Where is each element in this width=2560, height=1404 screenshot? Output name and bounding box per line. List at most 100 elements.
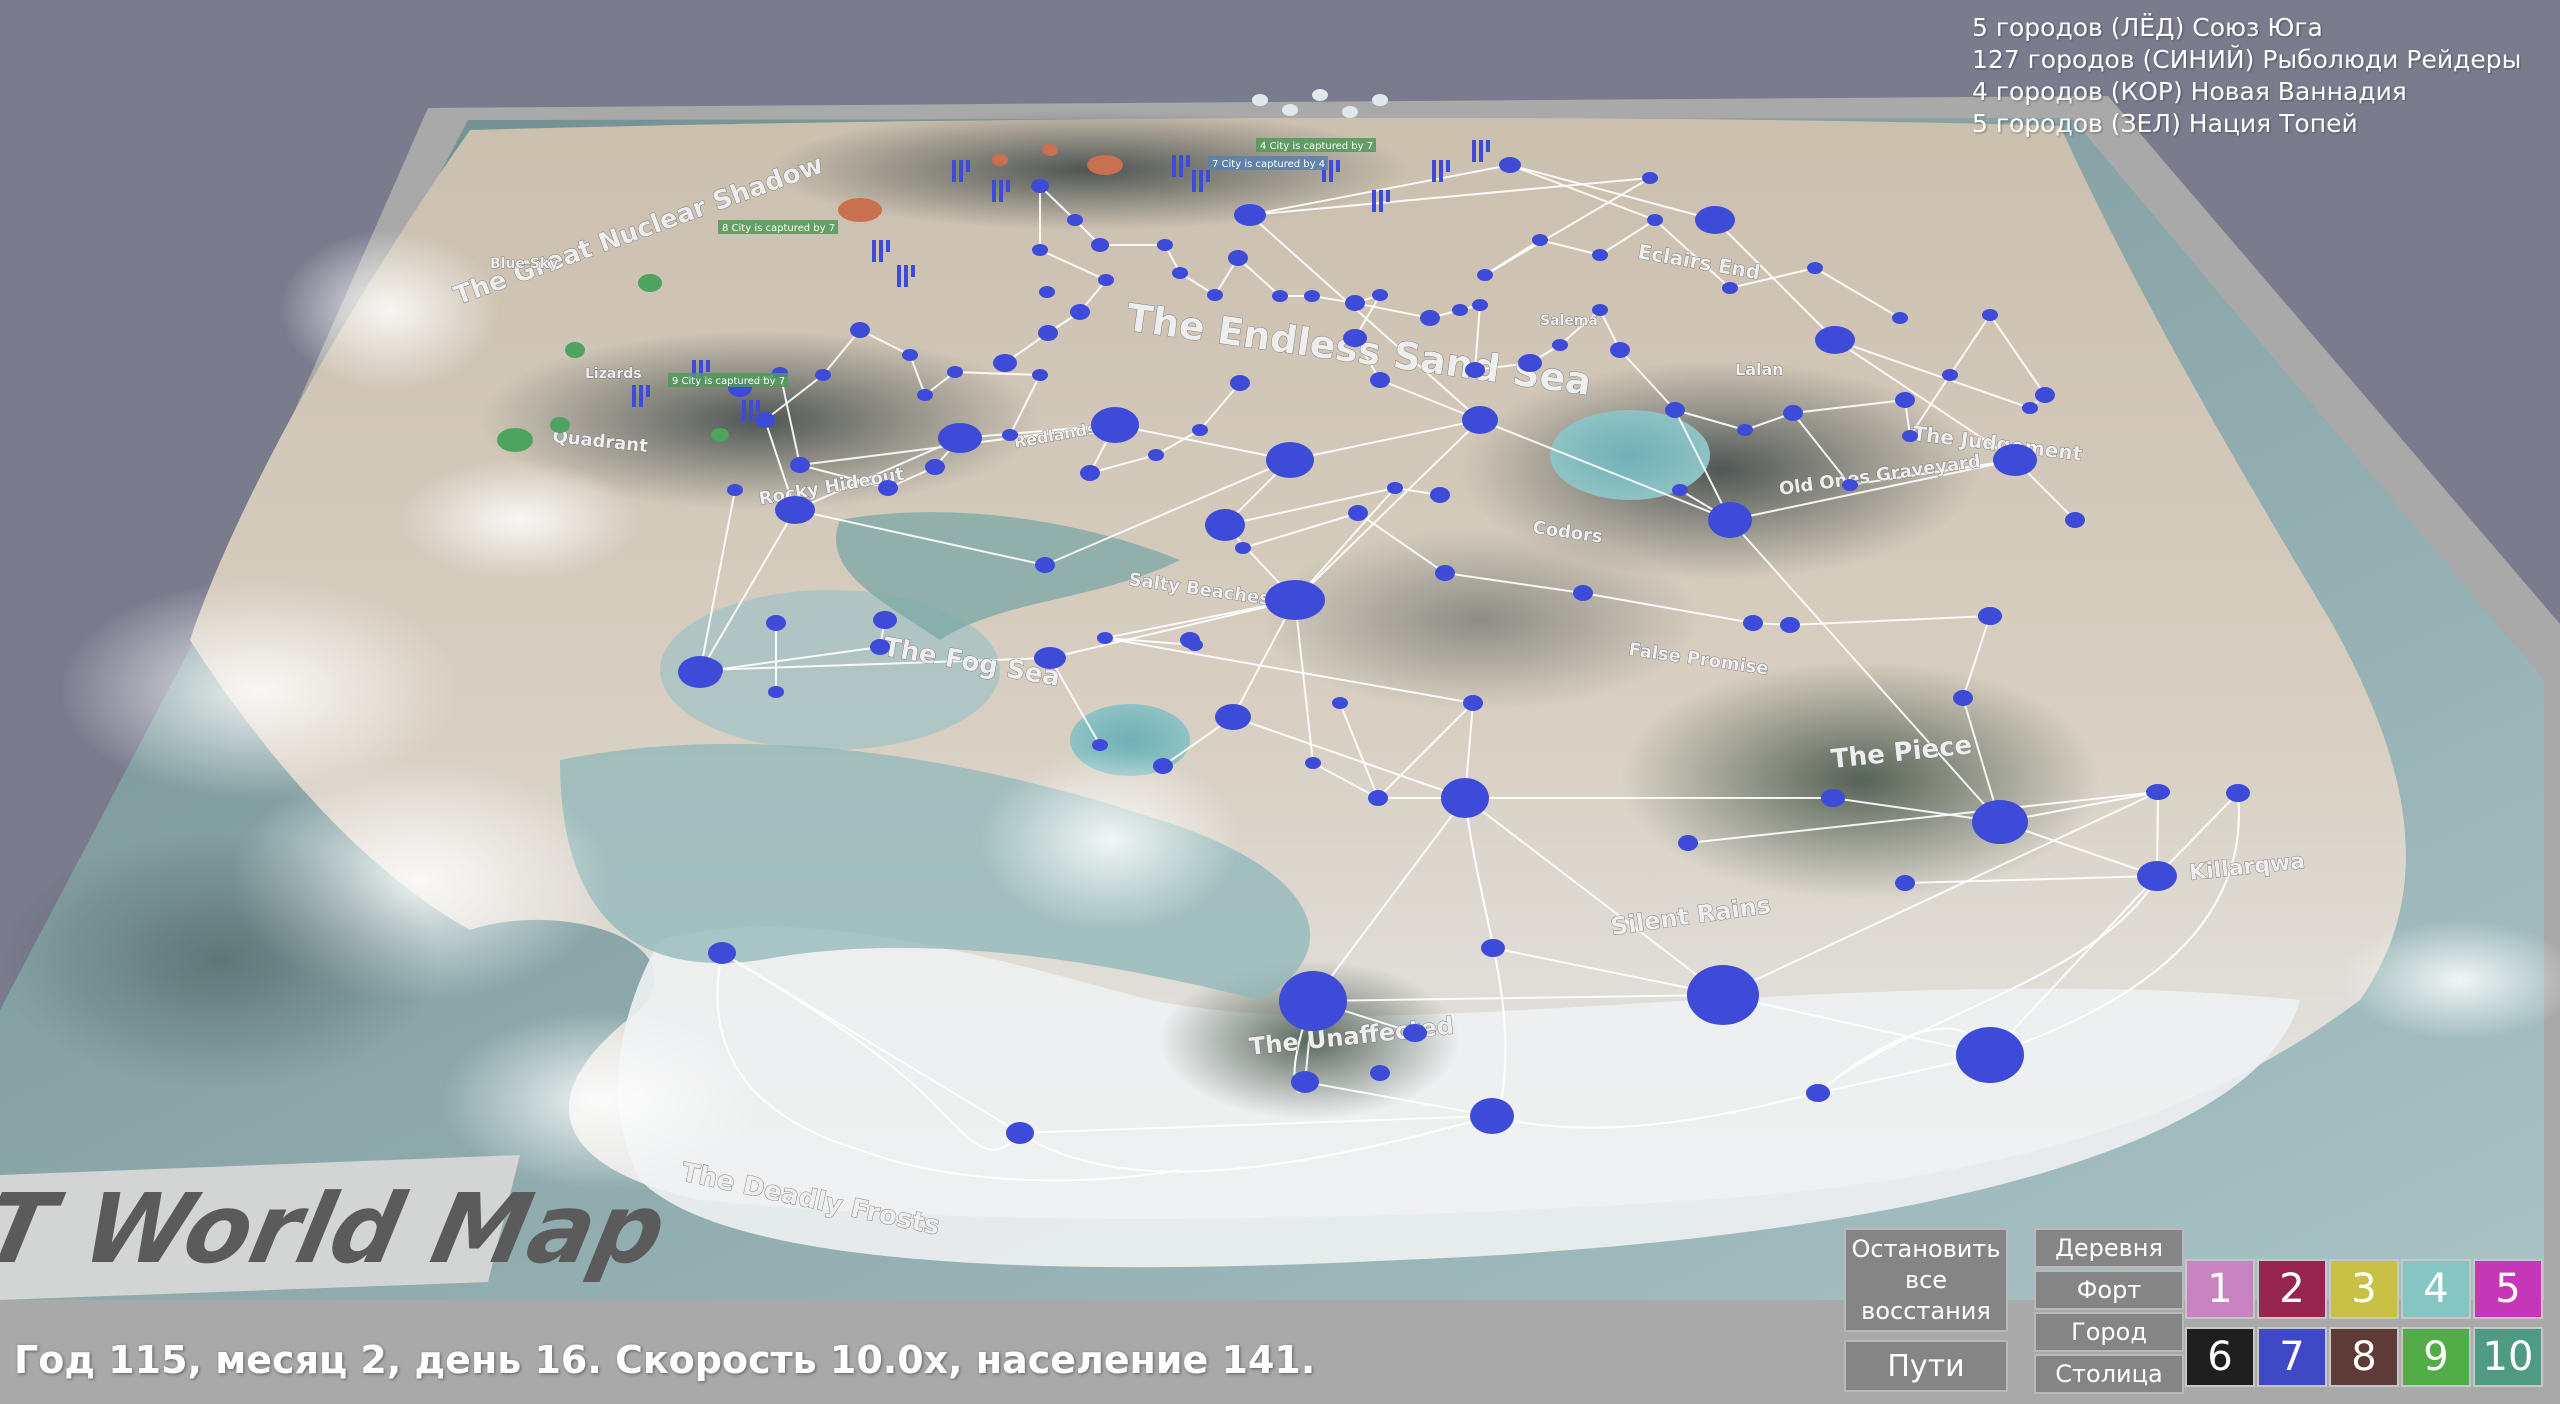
city-marker-blue[interactable]	[917, 389, 933, 401]
city-marker-blue[interactable]	[1235, 542, 1251, 554]
city-marker-blue[interactable]	[1780, 617, 1800, 633]
city-marker-blue[interactable]	[1573, 585, 1593, 601]
city-marker-blue[interactable]	[1552, 339, 1568, 351]
city-marker-blue[interactable]	[1345, 295, 1365, 311]
city-marker-blue[interactable]	[1665, 402, 1685, 418]
city-marker-blue[interactable]	[1034, 647, 1066, 669]
city-marker-blue[interactable]	[1806, 1084, 1830, 1102]
city-marker-blue[interactable]	[1305, 757, 1321, 769]
city-marker-blue[interactable]	[687, 658, 723, 682]
city-marker-blue[interactable]	[1148, 449, 1164, 461]
city-marker-blue[interactable]	[727, 484, 743, 496]
faction-button-3[interactable]: 3	[2329, 1259, 2399, 1319]
city-marker-blue[interactable]	[1370, 1065, 1390, 1081]
build-village-button[interactable]: Деревня	[2034, 1228, 2184, 1268]
faction-button-6[interactable]: 6	[2185, 1327, 2255, 1387]
city-marker-blue[interactable]	[1695, 206, 1735, 234]
city-marker-blue[interactable]	[1441, 778, 1489, 818]
city-marker-blue[interactable]	[1035, 557, 1055, 573]
city-marker-blue[interactable]	[1332, 697, 1348, 709]
city-marker-blue[interactable]	[1032, 244, 1048, 256]
city-marker-blue[interactable]	[1895, 875, 1915, 891]
faction-button-5[interactable]: 5	[2473, 1259, 2543, 1319]
city-marker-blue[interactable]	[1821, 789, 1845, 807]
city-marker-blue[interactable]	[1265, 580, 1325, 620]
city-marker-blue[interactable]	[1157, 239, 1173, 251]
city-marker-blue[interactable]	[2226, 784, 2250, 802]
city-marker-blue[interactable]	[1895, 392, 1915, 408]
city-marker-blue[interactable]	[1080, 465, 1100, 481]
city-marker-blue[interactable]	[1783, 405, 1803, 421]
city-marker-blue[interactable]	[1304, 290, 1320, 302]
city-marker-blue[interactable]	[790, 457, 810, 473]
city-marker-blue[interactable]	[1743, 615, 1763, 631]
city-marker-blue[interactable]	[1902, 430, 1918, 442]
build-fort-button[interactable]: Форт	[2034, 1270, 2184, 1310]
city-marker-blue[interactable]	[1215, 704, 1251, 730]
city-marker-blue[interactable]	[1032, 369, 1048, 381]
city-marker-blue[interactable]	[1403, 1024, 1427, 1042]
city-marker-blue[interactable]	[815, 369, 831, 381]
city-marker-blue[interactable]	[1230, 375, 1250, 391]
city-marker-blue[interactable]	[1532, 234, 1548, 246]
city-marker-blue[interactable]	[2035, 387, 2055, 403]
city-marker-blue[interactable]	[1481, 939, 1505, 957]
city-marker-coral[interactable]	[1042, 144, 1058, 156]
city-marker-blue[interactable]	[1642, 172, 1658, 184]
city-marker-blue[interactable]	[1420, 310, 1440, 326]
city-marker-blue[interactable]	[1953, 690, 1973, 706]
city-marker-ice[interactable]	[1312, 89, 1328, 101]
city-marker-blue[interactable]	[2146, 784, 2170, 800]
city-marker-blue[interactable]	[850, 322, 870, 338]
city-marker-blue[interactable]	[1091, 407, 1139, 443]
city-marker-blue[interactable]	[1039, 286, 1055, 298]
faction-button-1[interactable]: 1	[2185, 1259, 2255, 1319]
city-marker-blue[interactable]	[1499, 157, 1521, 173]
city-marker-blue[interactable]	[947, 366, 963, 378]
paths-button[interactable]: Пути	[1844, 1340, 2008, 1392]
city-marker-blue[interactable]	[870, 639, 890, 655]
build-city-button[interactable]: Город	[2034, 1312, 2184, 1352]
city-marker-blue[interactable]	[768, 686, 784, 698]
city-marker-blue[interactable]	[1978, 607, 2002, 625]
city-marker-blue[interactable]	[1187, 639, 1203, 651]
city-marker-blue[interactable]	[1038, 325, 1058, 341]
city-marker-blue[interactable]	[1430, 487, 1450, 503]
city-marker-blue[interactable]	[1647, 214, 1663, 226]
faction-button-4[interactable]: 4	[2401, 1259, 2471, 1319]
city-marker-blue[interactable]	[1477, 269, 1493, 281]
city-marker-blue[interactable]	[2022, 402, 2038, 414]
city-marker-blue[interactable]	[2065, 512, 2085, 528]
city-marker-blue[interactable]	[1815, 326, 1855, 354]
city-marker-blue[interactable]	[1228, 250, 1248, 266]
city-marker-blue[interactable]	[1348, 505, 1368, 521]
build-capital-button[interactable]: Столица	[2034, 1354, 2184, 1394]
city-marker-blue[interactable]	[1172, 267, 1188, 279]
city-marker-ice[interactable]	[1252, 94, 1268, 106]
city-marker-blue[interactable]	[1192, 424, 1208, 436]
city-marker-blue[interactable]	[1463, 695, 1483, 711]
city-marker-blue[interactable]	[1368, 790, 1388, 806]
city-marker-blue[interactable]	[1435, 565, 1455, 581]
city-marker-blue[interactable]	[1972, 800, 2028, 844]
city-marker-blue[interactable]	[1722, 282, 1738, 294]
city-marker-ice[interactable]	[1372, 94, 1388, 106]
city-marker-blue[interactable]	[1956, 1027, 2024, 1083]
city-marker-blue[interactable]	[1031, 179, 1049, 193]
city-marker-blue[interactable]	[755, 412, 775, 428]
city-marker-green[interactable]	[565, 342, 585, 358]
city-marker-blue[interactable]	[1842, 479, 1858, 491]
city-marker-blue[interactable]	[1982, 309, 1998, 321]
city-marker-blue[interactable]	[1472, 299, 1488, 311]
city-marker-coral[interactable]	[992, 154, 1008, 166]
city-marker-ice[interactable]	[1282, 104, 1298, 116]
city-marker-blue[interactable]	[1387, 482, 1403, 494]
city-marker-coral[interactable]	[838, 198, 882, 222]
city-marker-blue[interactable]	[708, 942, 736, 964]
city-marker-blue[interactable]	[1993, 444, 2037, 476]
city-marker-green[interactable]	[711, 428, 729, 442]
faction-button-8[interactable]: 8	[2329, 1327, 2399, 1387]
city-marker-blue[interactable]	[1205, 509, 1245, 541]
city-marker-blue[interactable]	[1672, 484, 1688, 496]
city-marker-blue[interactable]	[1092, 739, 1108, 751]
